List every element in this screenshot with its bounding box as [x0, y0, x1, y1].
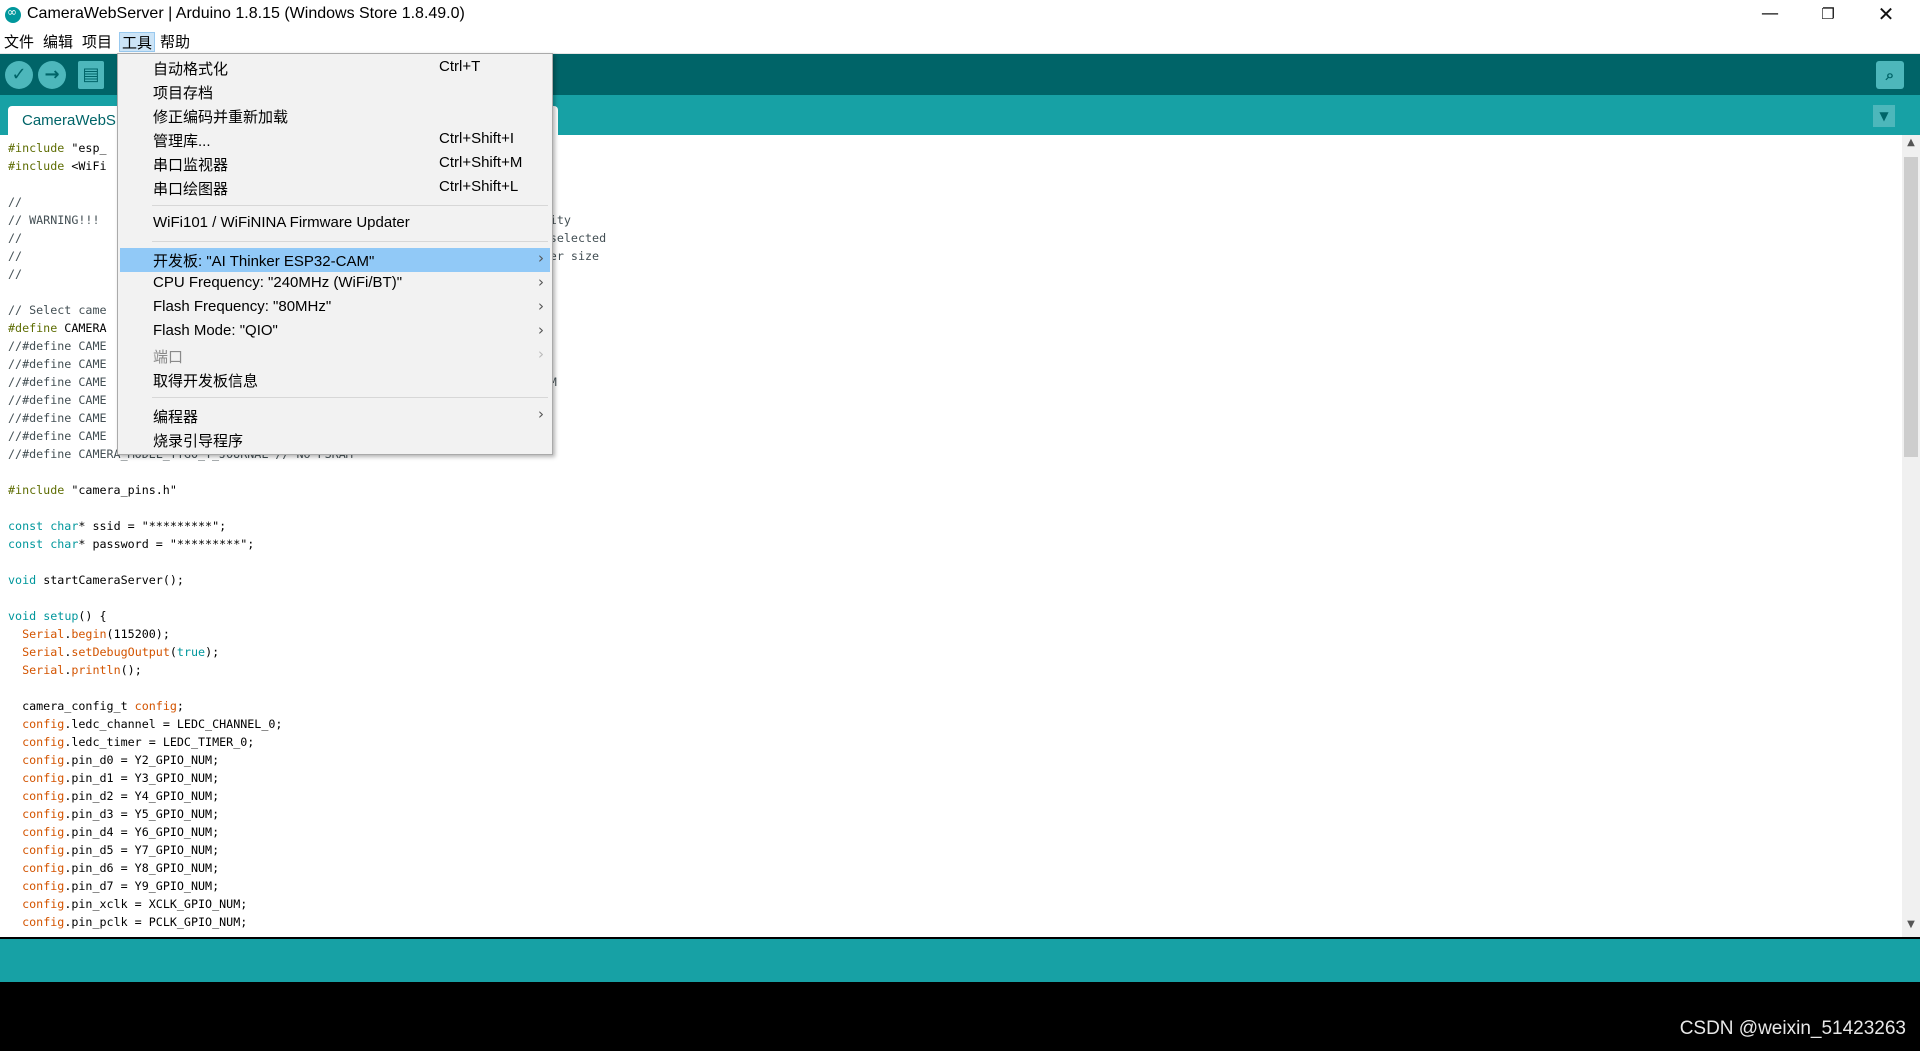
submenu-arrow-icon: ›	[538, 405, 544, 423]
restore-button[interactable]: ❐	[1799, 0, 1857, 30]
code-line: #include "camera_pins.h"	[8, 483, 177, 497]
menu-item-shortcut: Ctrl+T	[439, 58, 481, 75]
code-line: const char* password = "*********";	[8, 537, 255, 551]
code-line: config.pin_pclk = PCLK_GPIO_NUM;	[22, 915, 248, 929]
menu-bar: 文件 编辑 项目 工具 帮助	[0, 30, 1920, 54]
submenu-arrow-icon: ›	[538, 345, 544, 363]
code-line: config.pin_d0 = Y2_GPIO_NUM;	[22, 753, 220, 767]
scroll-down-icon[interactable]: ▼	[1902, 919, 1920, 933]
vertical-scrollbar[interactable]: ▲ ▼	[1902, 135, 1920, 937]
verify-icon[interactable]: ✓	[5, 61, 33, 89]
code-line: void startCameraServer();	[8, 573, 184, 587]
code-line: Serial.setDebugOutput(true);	[22, 645, 220, 659]
menu-item-label: CPU Frequency: "240MHz (WiFi/BT)"	[153, 274, 403, 291]
window-title: CameraWebServer | Arduino 1.8.15 (Window…	[27, 5, 465, 22]
menu-item-label: WiFi101 / WiFiNINA Firmware Updater	[153, 214, 410, 231]
menu-item-label: 开发板: "AI Thinker ESP32-CAM"	[153, 253, 375, 270]
title-bar: CameraWebServer | Arduino 1.8.15 (Window…	[0, 0, 1920, 30]
menu-item-auto-format[interactable]: 自动格式化 Ctrl+T	[120, 56, 550, 80]
menu-item-label: 修正编码并重新加载	[153, 109, 289, 126]
menu-item-programmer[interactable]: 编程器 ›	[120, 404, 550, 428]
code-line: config.pin_d7 = Y9_GPIO_NUM;	[22, 879, 220, 893]
code-line: config.ledc_channel = LEDC_CHANNEL_0;	[22, 717, 283, 731]
menu-item-manage-libraries[interactable]: 管理库... Ctrl+Shift+I	[120, 128, 550, 152]
code-line: Serial.println();	[22, 663, 142, 677]
minimize-button[interactable]: —	[1741, 0, 1799, 30]
menu-item-label: 项目存档	[153, 85, 214, 102]
menu-item-label: Flash Mode: "QIO"	[153, 322, 278, 339]
menu-item-serial-monitor[interactable]: 串口监视器 Ctrl+Shift+M	[120, 152, 550, 176]
menu-item-shortcut: Ctrl+Shift+I	[439, 130, 515, 147]
code-line: config.pin_d4 = Y6_GPIO_NUM;	[22, 825, 220, 839]
menu-item-label: 端口	[153, 349, 184, 366]
menu-item-label: 串口绘图器	[153, 181, 229, 198]
code-line: config.ledc_timer = LEDC_TIMER_0;	[22, 735, 255, 749]
serial-monitor-icon[interactable]: ⌕	[1876, 61, 1904, 89]
close-button[interactable]: ✕	[1857, 0, 1915, 30]
menu-item-flash-frequency[interactable]: Flash Frequency: "80MHz" ›	[120, 296, 550, 320]
tab-menu-icon[interactable]: ▼	[1873, 105, 1895, 127]
menu-item-shortcut: Ctrl+Shift+L	[439, 178, 519, 195]
code-line: config.pin_d1 = Y3_GPIO_NUM;	[22, 771, 220, 785]
menu-item-firmware-updater[interactable]: WiFi101 / WiFiNINA Firmware Updater	[120, 212, 550, 236]
menu-item-label: Flash Frequency: "80MHz"	[153, 298, 332, 315]
code-line: const char* ssid = "*********";	[8, 519, 227, 533]
menu-item-label: 编程器	[153, 409, 199, 426]
console-output	[0, 982, 1920, 1051]
menu-item-archive-sketch[interactable]: 项目存档	[120, 80, 550, 104]
menu-separator	[152, 205, 548, 206]
submenu-arrow-icon: ›	[538, 249, 544, 267]
status-bar	[0, 939, 1920, 982]
code-line: config.pin_d5 = Y7_GPIO_NUM;	[22, 843, 220, 857]
menu-tools[interactable]: 工具	[119, 32, 156, 52]
code-line: void setup() {	[8, 609, 107, 623]
menu-separator	[152, 397, 548, 398]
menu-edit[interactable]: 编辑	[41, 32, 75, 52]
menu-item-serial-plotter[interactable]: 串口绘图器 Ctrl+Shift+L	[120, 176, 550, 200]
menu-file[interactable]: 文件	[2, 32, 36, 52]
menu-item-label: 自动格式化	[153, 61, 229, 78]
scroll-thumb[interactable]	[1904, 157, 1918, 457]
menu-sketch[interactable]: 项目	[80, 32, 114, 52]
submenu-arrow-icon: ›	[538, 273, 544, 291]
code-line: config.pin_xclk = XCLK_GPIO_NUM;	[22, 897, 248, 911]
code-line: config.pin_d6 = Y8_GPIO_NUM;	[22, 861, 220, 875]
menu-item-cpu-frequency[interactable]: CPU Frequency: "240MHz (WiFi/BT)" ›	[120, 272, 550, 296]
menu-item-board[interactable]: 开发板: "AI Thinker ESP32-CAM" ›	[120, 248, 550, 272]
code-line: Serial.begin(115200);	[22, 627, 170, 641]
menu-item-shortcut: Ctrl+Shift+M	[439, 154, 523, 171]
new-sketch-icon[interactable]: ▤	[78, 61, 104, 89]
code-line: config.pin_d3 = Y5_GPIO_NUM;	[22, 807, 220, 821]
menu-item-label: 串口监视器	[153, 157, 229, 174]
menu-item-label: 烧录引导程序	[153, 433, 244, 450]
menu-item-fix-encoding[interactable]: 修正编码并重新加载	[120, 104, 550, 128]
tab-label: CameraWebS	[22, 112, 116, 129]
watermark: CSDN @weixin_51423263	[1679, 1018, 1906, 1039]
menu-item-flash-mode[interactable]: Flash Mode: "QIO" ›	[120, 320, 550, 344]
menu-help[interactable]: 帮助	[158, 32, 192, 52]
submenu-arrow-icon: ›	[538, 297, 544, 315]
tools-dropdown-menu: 自动格式化 Ctrl+T 项目存档 修正编码并重新加载 管理库... Ctrl+…	[117, 53, 553, 455]
arduino-logo-icon	[5, 5, 21, 23]
menu-separator	[152, 241, 548, 242]
menu-item-label: 取得开发板信息	[153, 373, 259, 390]
menu-item-port: 端口 ›	[120, 344, 550, 368]
scroll-up-icon[interactable]: ▲	[1902, 137, 1920, 151]
menu-item-label: 管理库...	[153, 133, 211, 150]
menu-item-board-info[interactable]: 取得开发板信息	[120, 368, 550, 392]
submenu-arrow-icon: ›	[538, 321, 544, 339]
code-line: config.pin_d2 = Y4_GPIO_NUM;	[22, 789, 220, 803]
upload-icon[interactable]: →	[38, 61, 66, 89]
menu-item-burn-bootloader[interactable]: 烧录引导程序	[120, 428, 550, 452]
code-line: camera_config_t config;	[8, 699, 184, 713]
